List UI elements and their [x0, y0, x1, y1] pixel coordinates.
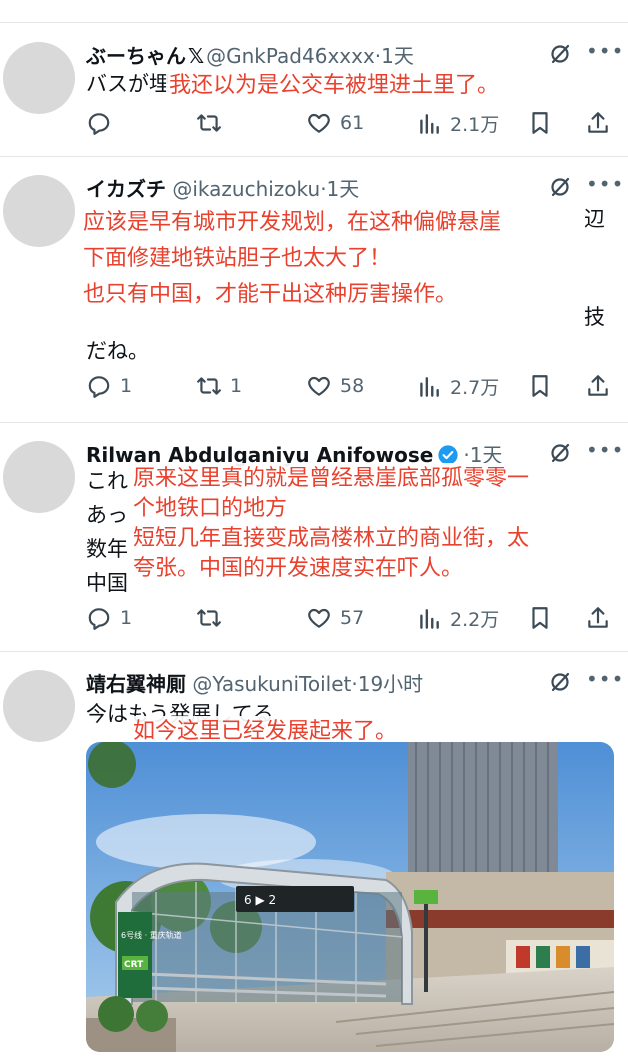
retweet-button[interactable] — [196, 110, 230, 136]
tweet-header: イカズチ @ikazuchizoku·1天 — [86, 173, 359, 202]
avatar[interactable] — [3, 42, 75, 114]
station-sign-text: 6 ▶ 2 — [244, 893, 276, 907]
tweet-3[interactable]: Rilwan Abdulganiyu Anifowose ·1天 ••• これ あ… — [0, 423, 628, 651]
share-button[interactable] — [585, 110, 611, 136]
more-icon[interactable]: ••• — [586, 172, 624, 196]
tweet-header: ぶーちゃん 𝕏 @GnkPad46xxxx·1天 — [86, 40, 414, 69]
retweet-icon — [196, 110, 222, 136]
display-name[interactable]: ぶーちゃん — [86, 44, 186, 68]
tweet-text: だね。 — [86, 339, 149, 363]
views-button[interactable]: 2.1万 — [416, 110, 499, 137]
crt-logo-text: CRT — [124, 960, 144, 970]
timestamp[interactable]: ·1天 — [320, 177, 359, 201]
share-icon — [585, 605, 611, 631]
retweet-count: 1 — [230, 375, 243, 397]
translation-overlay: 我还以为是公交车被埋进土里了。 — [166, 70, 503, 102]
handle[interactable]: @ikazuchizoku — [172, 177, 320, 201]
views-button[interactable]: 2.7万 — [416, 373, 499, 400]
timestamp[interactable]: ·19小时 — [351, 672, 423, 696]
like-button[interactable]: 61 — [306, 110, 364, 136]
retweet-button[interactable] — [196, 605, 230, 631]
avatar[interactable] — [3, 175, 75, 247]
like-button[interactable]: 57 — [306, 605, 364, 631]
timestamp[interactable]: ·1天 — [375, 44, 414, 68]
tweet-1[interactable]: ぶーちゃん 𝕏 @GnkPad46xxxx·1天 ••• バスが埋 我还以为是公交车… — [0, 22, 628, 156]
view-count: 2.1万 — [450, 114, 500, 136]
reply-button[interactable]: 1 — [86, 373, 132, 399]
grok-slash-icon[interactable] — [548, 42, 572, 66]
more-icon[interactable]: ••• — [586, 667, 624, 691]
action-bar: 1 57 2.2万 — [0, 605, 628, 635]
retweet-icon — [196, 605, 222, 631]
like-icon — [306, 110, 332, 136]
display-name[interactable]: 靖右翼神厠 — [86, 672, 186, 696]
translation-overlay-line: 夸张。中国的开发速度实在吓人。 — [130, 553, 467, 585]
tweet-text-line: これ — [86, 469, 128, 493]
tweet-text-line: 中国 — [86, 571, 128, 595]
like-button[interactable]: 58 — [306, 373, 364, 399]
share-button[interactable] — [585, 605, 611, 631]
line-sign-text: 6号线 · 重庆轨道 — [121, 930, 182, 940]
more-icon[interactable]: ••• — [586, 39, 624, 63]
grok-slash-icon[interactable] — [548, 441, 572, 465]
more-icon[interactable]: ••• — [586, 438, 624, 462]
tweet-text-line: 数年 — [86, 537, 128, 561]
bookmark-icon — [527, 373, 553, 399]
handle[interactable]: @YasukuniToilet — [192, 672, 351, 696]
view-count: 2.2万 — [450, 609, 500, 631]
reply-icon — [86, 110, 112, 136]
reply-button[interactable] — [86, 110, 120, 136]
views-icon — [416, 374, 442, 400]
translation-overlay-line: 应该是早有城市开发规划，在这种偏僻悬崖 — [80, 207, 505, 239]
translation-overlay-line: 也只有中国，才能干出这种厉害操作。 — [80, 279, 461, 311]
views-icon — [416, 606, 442, 632]
handle[interactable]: @GnkPad46xxxx — [206, 44, 375, 68]
tweet-header: 靖右翼神厠 @YasukuniToilet·19小时 — [86, 668, 423, 697]
tweet-text-edge: 辺 — [584, 207, 605, 231]
bookmark-button[interactable] — [527, 373, 553, 399]
like-count: 61 — [340, 112, 365, 134]
retweet-icon — [196, 373, 222, 399]
reply-count: 1 — [120, 375, 133, 397]
views-icon — [416, 111, 442, 137]
translation-overlay-line: 短短几年直接变成高楼林立的商业街，太 — [130, 523, 533, 555]
bookmark-icon — [527, 605, 553, 631]
like-count: 58 — [340, 375, 365, 397]
view-count: 2.7万 — [450, 377, 500, 399]
share-icon — [585, 110, 611, 136]
translation-overlay-line: 个地铁口的地方 — [130, 493, 291, 525]
like-count: 57 — [340, 607, 365, 629]
share-button[interactable] — [585, 373, 611, 399]
reply-count: 1 — [120, 607, 133, 629]
like-icon — [306, 605, 332, 631]
reply-icon — [86, 373, 112, 399]
translation-overlay-line: 原来这里真的就是曾经悬崖底部孤零零一 — [130, 463, 533, 495]
tweet-photo[interactable]: 6 ▶ 2 6号线 · 重庆轨道 CRT — [86, 742, 614, 1052]
bookmark-icon — [527, 110, 553, 136]
tweet-text-line: あっ — [86, 503, 128, 527]
retweet-button[interactable]: 1 — [196, 373, 242, 399]
share-icon — [585, 373, 611, 399]
bookmark-button[interactable] — [527, 605, 553, 631]
tweet-text-edge: 技 — [584, 305, 605, 329]
bookmark-button[interactable] — [527, 110, 553, 136]
translation-overlay-line: 下面修建地铁站胆子也太大了！ — [80, 243, 395, 275]
previous-tweet-edge — [0, 0, 628, 23]
grok-slash-icon[interactable] — [548, 175, 572, 199]
views-button[interactable]: 2.2万 — [416, 605, 499, 632]
avatar[interactable] — [3, 441, 75, 513]
action-bar: 1 1 58 2.7万 — [0, 373, 628, 403]
avatar[interactable] — [3, 670, 75, 742]
reply-icon — [86, 605, 112, 631]
grok-slash-icon[interactable] — [548, 670, 572, 694]
reply-button[interactable]: 1 — [86, 605, 132, 631]
tweet-2[interactable]: イカズチ @ikazuchizoku·1天 ••• 辺 技 应该是早有城市开发规… — [0, 157, 628, 422]
x-logo-icon: 𝕏 — [188, 44, 205, 68]
action-bar: 61 2.1万 — [0, 110, 628, 140]
display-name[interactable]: イカズチ — [86, 177, 166, 201]
tweet-text: バスが埋 — [86, 72, 170, 96]
like-icon — [306, 373, 332, 399]
